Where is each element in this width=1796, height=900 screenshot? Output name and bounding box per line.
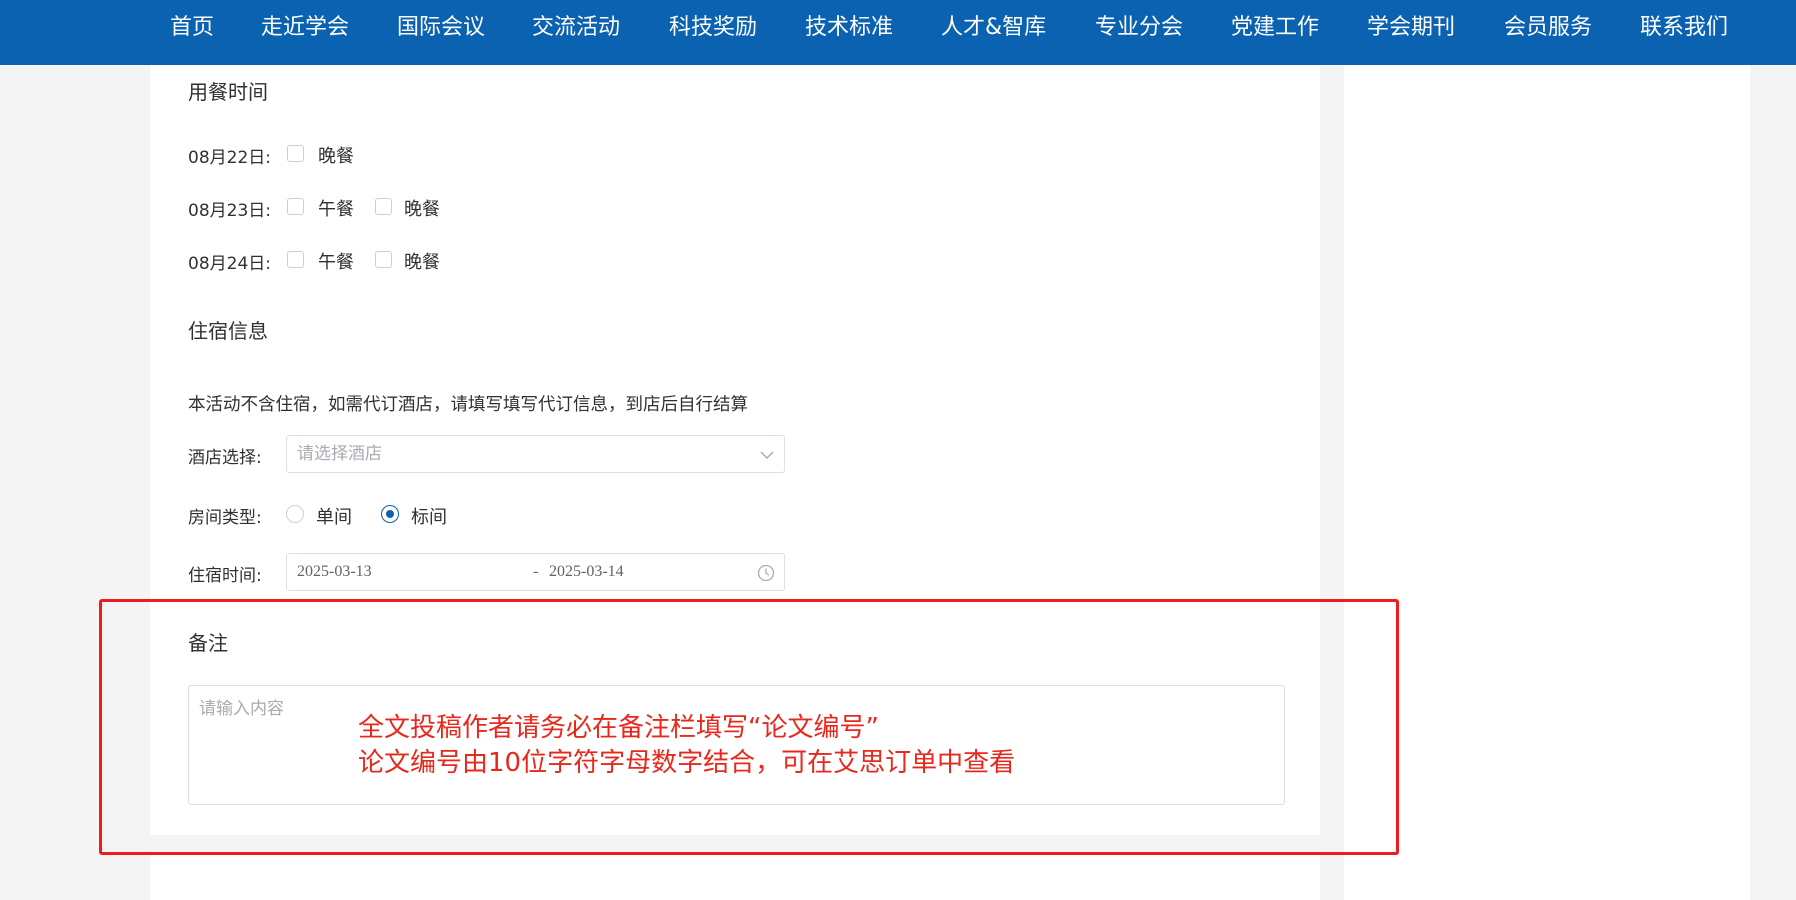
meal-section-title: 用餐时间 [188, 80, 268, 104]
hotel-select-placeholder: 请选择酒店 [297, 444, 382, 464]
hotel-select[interactable]: 请选择酒店 [286, 435, 785, 473]
nav-item-home[interactable]: 首页 [170, 0, 214, 55]
nav-item-about[interactable]: 走近学会 [261, 0, 349, 55]
hotel-select-label: 酒店选择: [188, 448, 262, 468]
date-separator: - [533, 563, 539, 580]
lodging-section-title: 住宿信息 [188, 319, 268, 343]
nav-item-international-conference[interactable]: 国际会议 [397, 0, 485, 55]
meal-date-label: 08月23日: [188, 201, 271, 221]
nav-item-journals[interactable]: 学会期刊 [1367, 0, 1455, 55]
meal-checkbox[interactable] [375, 251, 392, 268]
meal-option-label: 午餐 [318, 199, 354, 220]
nav-item-exchange[interactable]: 交流活动 [532, 0, 620, 55]
room-type-label: 房间类型: [188, 508, 262, 528]
nav-item-branches[interactable]: 专业分会 [1095, 0, 1183, 55]
nav-item-awards[interactable]: 科技奖励 [669, 0, 757, 55]
highlight-frame [99, 599, 1399, 855]
room-option-single: 单间 [316, 507, 352, 528]
meal-checkbox[interactable] [287, 198, 304, 215]
meal-checkbox[interactable] [287, 251, 304, 268]
lodging-notice: 本活动不含住宿，如需代订酒店，请填写填写代订信息，到店后自行结算 [188, 395, 748, 415]
nav-item-talent[interactable]: 人才&智库 [941, 0, 1046, 55]
room-radio-double[interactable] [381, 505, 399, 523]
meal-date-label: 08月22日: [188, 148, 271, 168]
nav-item-party[interactable]: 党建工作 [1231, 0, 1319, 55]
chevron-down-icon [759, 447, 775, 463]
meal-option-label: 晚餐 [404, 199, 440, 220]
date-end[interactable]: 2025-03-14 [549, 554, 624, 590]
clock-icon [757, 564, 775, 582]
sidebar-panel [1344, 65, 1750, 900]
meal-option-label: 晚餐 [404, 252, 440, 273]
lower-panel [150, 853, 1320, 900]
meal-checkbox[interactable] [287, 145, 304, 162]
meal-option-label: 午餐 [318, 252, 354, 273]
meal-date-label: 08月24日: [188, 254, 271, 274]
meal-checkbox[interactable] [375, 198, 392, 215]
nav-item-standards[interactable]: 技术标准 [805, 0, 893, 55]
stay-date-range[interactable]: 2025-03-13 - 2025-03-14 [286, 553, 785, 591]
nav-item-members[interactable]: 会员服务 [1504, 0, 1592, 55]
nav-item-contact[interactable]: 联系我们 [1640, 0, 1728, 55]
stay-date-label: 住宿时间: [188, 566, 262, 586]
room-option-double: 标间 [411, 507, 447, 528]
date-start[interactable]: 2025-03-13 [297, 554, 372, 590]
top-nav: 首页 走近学会 国际会议 交流活动 科技奖励 技术标准 人才&智库 专业分会 党… [0, 0, 1796, 65]
room-radio-single[interactable] [286, 505, 304, 523]
meal-option-label: 晚餐 [318, 146, 354, 167]
